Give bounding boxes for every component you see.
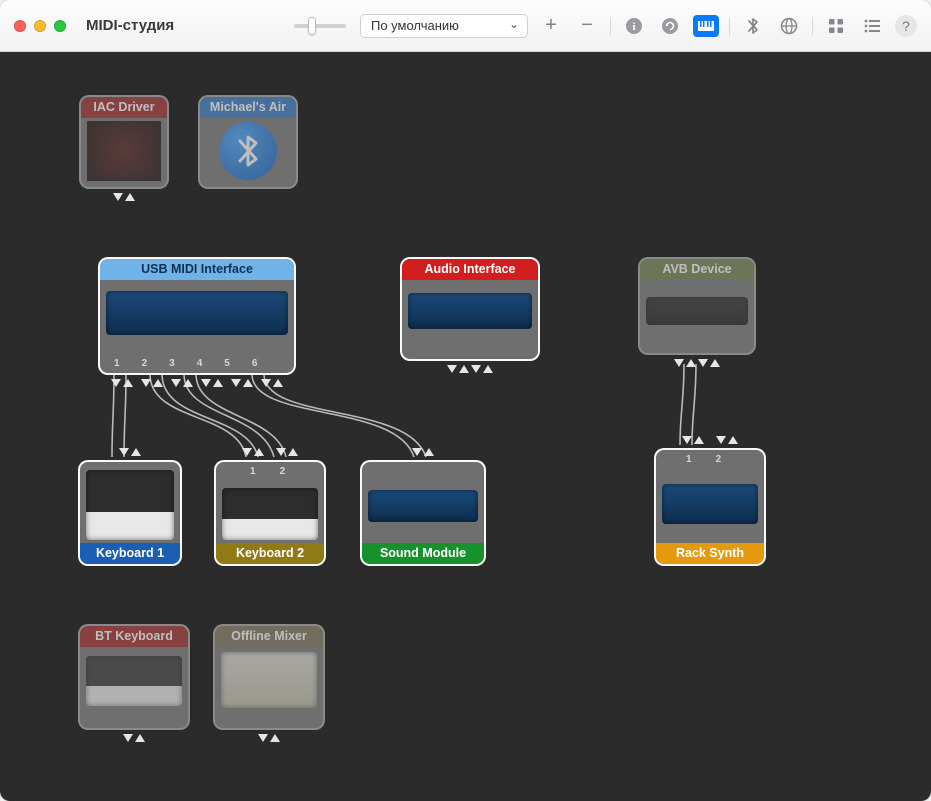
config-select[interactable]: По умолчанию — [360, 14, 528, 38]
device-usb-midi-interface[interactable]: USB MIDI Interface 1 2 3 4 5 6 — [98, 257, 296, 375]
mixer-icon — [221, 652, 317, 708]
device-keyboard-2[interactable]: 1 2 Keyboard 2 — [214, 460, 326, 566]
device-label: Keyboard 2 — [216, 543, 324, 564]
device-ports — [78, 448, 182, 456]
list-view-icon[interactable] — [859, 15, 885, 37]
icon-view-icon[interactable] — [823, 15, 849, 37]
iac-driver-icon — [87, 121, 161, 181]
audio-interface-icon — [408, 293, 532, 329]
device-keyboard-1[interactable]: Keyboard 1 — [78, 460, 182, 566]
zoom-icon[interactable] — [54, 20, 66, 32]
info-icon[interactable]: i — [621, 15, 647, 37]
device-label: AVB Device — [640, 259, 754, 280]
device-ports — [213, 734, 325, 742]
close-icon[interactable] — [14, 20, 26, 32]
device-bluetooth-network[interactable]: Michael's Air — [198, 95, 298, 189]
minimize-icon[interactable] — [34, 20, 46, 32]
device-label: USB MIDI Interface — [100, 259, 294, 280]
device-ports — [78, 734, 190, 742]
device-iac-driver[interactable]: IAC Driver — [79, 95, 169, 189]
device-ports — [400, 365, 540, 373]
test-keyboard-icon[interactable] — [693, 15, 719, 37]
midi-studio-window: MIDI-студия По умолчанию + − i — [0, 0, 931, 801]
usb-midi-interface-icon — [106, 291, 288, 335]
avb-device-icon — [646, 297, 748, 325]
keyboard-icon — [222, 488, 318, 540]
keyboard-icon — [86, 470, 174, 540]
keyboard-icon — [86, 656, 182, 706]
midi-canvas[interactable]: IAC Driver Michael's Air — [0, 52, 931, 801]
device-label: Sound Module — [362, 543, 484, 564]
device-sound-module[interactable]: Sound Module — [360, 460, 486, 566]
device-audio-interface[interactable]: Audio Interface — [400, 257, 540, 361]
device-ports — [98, 379, 296, 387]
device-label: Michael's Air — [200, 97, 296, 118]
device-label: BT Keyboard — [80, 626, 188, 647]
sound-module-icon — [368, 490, 478, 522]
device-ports — [79, 193, 169, 201]
device-avb[interactable]: AVB Device — [638, 257, 756, 355]
bluetooth-icon[interactable] — [740, 15, 766, 37]
zoom-slider[interactable] — [294, 24, 346, 28]
device-label: Audio Interface — [402, 259, 538, 280]
titlebar: MIDI-студия По умолчанию + − i — [0, 0, 931, 52]
device-label: IAC Driver — [81, 97, 167, 118]
device-ports — [638, 359, 756, 367]
device-rack-synth[interactable]: 1 2 Rack Synth — [654, 448, 766, 566]
device-ports — [214, 448, 326, 456]
add-device-button[interactable]: + — [538, 15, 564, 37]
help-button[interactable]: ? — [895, 15, 917, 37]
device-ports — [360, 448, 486, 456]
remove-device-button[interactable]: − — [574, 15, 600, 37]
window-controls — [14, 20, 66, 32]
device-offline-mixer[interactable]: Offline Mixer — [213, 624, 325, 730]
svg-text:i: i — [632, 21, 635, 33]
device-bt-keyboard[interactable]: BT Keyboard — [78, 624, 190, 730]
zoom-slider-thumb[interactable] — [308, 17, 316, 35]
rack-synth-icon — [662, 484, 758, 524]
rescan-icon[interactable] — [657, 15, 683, 37]
bluetooth-icon — [219, 122, 277, 180]
window-title: MIDI-студия — [86, 17, 174, 34]
network-icon[interactable] — [776, 15, 802, 37]
device-ports — [654, 436, 766, 444]
config-select-value: По умолчанию — [371, 18, 459, 33]
device-label: Offline Mixer — [215, 626, 323, 647]
device-label: Keyboard 1 — [80, 543, 180, 564]
device-label: Rack Synth — [656, 543, 764, 564]
